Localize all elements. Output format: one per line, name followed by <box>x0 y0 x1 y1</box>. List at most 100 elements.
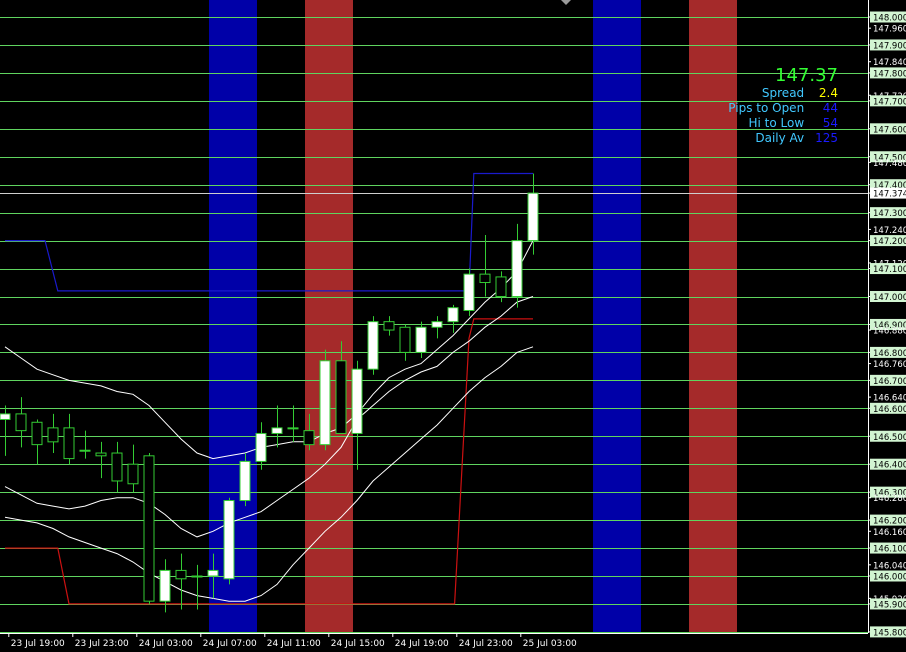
price-tick-label: 147.600 <box>873 125 906 135</box>
candle-body-bear <box>127 463 139 485</box>
candle-body-bull <box>271 427 283 434</box>
candle-body-bull <box>223 500 235 580</box>
candle-body-bull <box>351 368 363 434</box>
candle-body-bear <box>143 455 155 602</box>
candle-body-bear <box>399 326 411 353</box>
upper-channel-line <box>5 172 533 292</box>
time-axis[interactable]: 23 Jul 19:00 23 Jul 23:00 24 Jul 03:00 24 J… <box>0 633 868 652</box>
candle-body-bull <box>79 449 91 452</box>
candle[interactable] <box>255 422 267 470</box>
candle[interactable] <box>223 497 235 585</box>
candle-body-bull <box>319 360 331 446</box>
candle[interactable] <box>95 441 107 479</box>
candle[interactable] <box>463 268 475 317</box>
candle[interactable] <box>271 405 283 448</box>
price-tick-label: 146.640 <box>873 394 906 404</box>
time-tick-label: 24 Jul 03:00 <box>139 639 193 649</box>
time-tick-label: 24 Jul 23:00 <box>459 639 513 649</box>
spread-value: 2.4 <box>818 86 838 100</box>
candle-body-bear <box>63 427 75 460</box>
candle-body-bear <box>383 321 395 331</box>
candle-body-bear <box>15 413 27 432</box>
candle[interactable] <box>239 453 251 507</box>
price-tick-label: 147.840 <box>873 58 906 68</box>
daily-avg-label: Daily Av <box>755 131 805 145</box>
price-tick-label: 146.160 <box>873 528 906 538</box>
candle-body-bull <box>255 432 267 462</box>
candle-body-bull <box>367 321 379 370</box>
pips-to-open-row: Pips to Open 44 <box>638 101 838 116</box>
price-tick-label: 146.500 <box>873 433 906 443</box>
time-tick-label: 24 Jul 07:00 <box>203 639 257 649</box>
price-tick-label: 145.800 <box>873 628 906 638</box>
lower-channel-line <box>5 318 533 605</box>
candle-body-bull <box>239 460 251 502</box>
candle-body-bear <box>111 452 123 482</box>
candle[interactable] <box>399 324 411 361</box>
candle-body-bull <box>447 307 459 323</box>
session-band-red <box>305 0 353 633</box>
hi-to-low-row: Hi to Low 54 <box>638 116 839 131</box>
pips-to-open-value: 44 <box>822 101 838 115</box>
candle-body-bull <box>191 575 203 578</box>
candle-body-bull <box>287 427 299 430</box>
daily-avg-value: 125 <box>815 131 838 145</box>
session-band-blue <box>593 0 641 633</box>
price-tick-label: 146.600 <box>873 405 906 415</box>
candle[interactable] <box>415 321 427 358</box>
candle[interactable] <box>15 397 27 448</box>
time-tick-label: 23 Jul 23:00 <box>75 639 129 649</box>
candle-body-bull <box>527 192 539 242</box>
price-axis[interactable]: 148.000147.960 147.900 147.840147.800 147.7… <box>868 0 906 652</box>
spread-label: Spread <box>761 86 805 100</box>
price-tick-label: 147.200 <box>873 237 906 247</box>
candle[interactable] <box>447 304 459 333</box>
price-tick-label: 146.400 <box>873 461 906 471</box>
price-tick-label: 147.374 <box>873 190 906 200</box>
price-tick-label: 146.280 <box>873 494 906 504</box>
candle[interactable] <box>175 553 187 610</box>
candle[interactable] <box>79 430 91 459</box>
candle[interactable] <box>351 360 363 470</box>
daily-avg-row: Daily Av 125 <box>638 131 838 146</box>
hi-to-low-label: Hi to Low <box>748 116 805 130</box>
candle[interactable] <box>479 235 491 297</box>
price-tick-label: 147.000 <box>873 293 906 303</box>
candle-body-bull <box>415 326 427 353</box>
time-tick-label: 24 Jul 11:00 <box>267 639 321 649</box>
price-tick-label: 147.240 <box>873 226 906 236</box>
candle[interactable] <box>0 405 11 456</box>
hi-to-low-value: 54 <box>822 116 838 130</box>
price-tick-label: 147.100 <box>873 265 906 275</box>
candle[interactable] <box>143 453 155 604</box>
price-tick-label: 146.700 <box>873 377 906 387</box>
candle[interactable] <box>47 413 59 454</box>
candle-body-bear <box>495 276 507 297</box>
candle[interactable] <box>191 564 203 610</box>
candle[interactable] <box>367 316 379 375</box>
candle[interactable] <box>511 223 523 308</box>
price-tick-label: 147.300 <box>873 209 906 219</box>
candle-body-bear <box>303 430 315 446</box>
candle-body-bull <box>431 321 443 328</box>
candle-body-bear <box>175 569 187 580</box>
candle[interactable] <box>127 444 139 493</box>
candle-body-bear <box>47 427 59 443</box>
price-tick-label: 147.480 <box>873 159 906 169</box>
candle-body-bull <box>159 569 171 602</box>
price-tick-label: 147.960 <box>873 25 906 35</box>
candle-body-bear <box>479 273 491 284</box>
current-price: 147.37 <box>775 65 838 86</box>
candle[interactable] <box>383 316 395 336</box>
price-tick-label: 145.900 <box>873 600 906 610</box>
candle[interactable] <box>431 316 443 339</box>
time-tick-label: 25 Jul 03:00 <box>523 639 577 649</box>
candle[interactable] <box>63 413 75 465</box>
candle-body-bull <box>207 569 219 577</box>
candle[interactable] <box>111 441 123 493</box>
price-tick-label: 146.800 <box>873 349 906 359</box>
candle[interactable] <box>319 349 331 451</box>
moving-average-upper <box>4 240 534 460</box>
chart-shift-marker-icon[interactable] <box>561 0 571 5</box>
candle[interactable] <box>31 419 43 465</box>
